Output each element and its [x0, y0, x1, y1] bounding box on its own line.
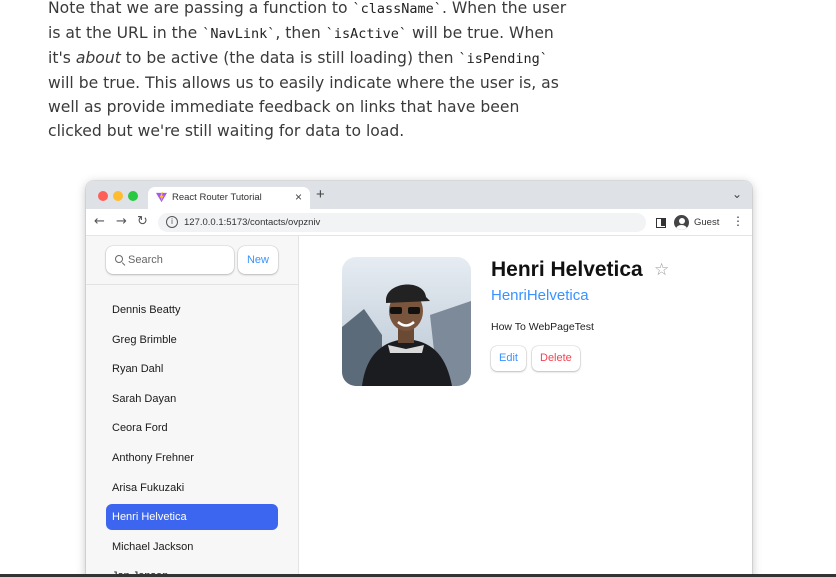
- contact-item[interactable]: Greg Brimble: [106, 327, 278, 353]
- new-contact-button[interactable]: New: [238, 246, 278, 274]
- search-input[interactable]: Search: [106, 246, 234, 274]
- contact-item[interactable]: Sarah Dayan: [106, 386, 278, 412]
- address-bar[interactable]: i 127.0.0.1:5173/contacts/ovpzniv: [158, 213, 646, 232]
- tab-title: React Router Tutorial: [172, 192, 262, 203]
- article-text: to be active (the data is still loading)…: [120, 49, 459, 67]
- vite-logo-icon: [156, 192, 167, 203]
- contact-item[interactable]: Ceora Ford: [106, 415, 278, 441]
- sidebar: Search New Dennis Beatty Greg Brimble Ry…: [86, 236, 299, 577]
- contact-detail: Henri Helvetica ☆ HenriHelvetica How To …: [299, 236, 752, 577]
- code-isactive: `isActive`: [325, 26, 407, 42]
- forward-arrow-icon[interactable]: →: [116, 214, 127, 229]
- contact-item[interactable]: Dennis Beatty: [106, 297, 278, 323]
- page-viewport: Search New Dennis Beatty Greg Brimble Ry…: [86, 236, 752, 577]
- contact-avatar: [342, 257, 471, 386]
- new-tab-icon[interactable]: +: [316, 186, 325, 203]
- article-text: Note that we are passing a function to: [48, 0, 353, 17]
- sidebar-divider: [86, 284, 299, 285]
- search-icon: [115, 255, 123, 263]
- contact-list: Dennis Beatty Greg Brimble Ryan Dahl Sar…: [106, 297, 278, 577]
- favorite-star-icon[interactable]: ☆: [654, 260, 669, 280]
- search-placeholder: Search: [128, 254, 163, 266]
- contact-twitter-link[interactable]: HenriHelvetica: [491, 287, 589, 304]
- back-arrow-icon[interactable]: ←: [94, 214, 105, 229]
- code-ispending: `isPending`: [458, 51, 548, 67]
- profile-avatar-icon[interactable]: [674, 215, 689, 230]
- delete-button[interactable]: Delete: [532, 346, 580, 371]
- article-text: will be true. This allows us to easily i…: [48, 74, 559, 140]
- close-tab-icon[interactable]: ×: [295, 190, 302, 204]
- edit-button[interactable]: Edit: [491, 346, 526, 371]
- contact-item[interactable]: Michael Jackson: [106, 534, 278, 560]
- contact-name: Henri Helvetica: [491, 258, 643, 281]
- article-emphasis: about: [75, 49, 121, 67]
- code-navlink: `NavLink`: [202, 26, 276, 42]
- browser-tab[interactable]: React Router Tutorial ×: [148, 187, 310, 209]
- contact-item[interactable]: Ryan Dahl: [106, 356, 278, 382]
- browser-toolbar: ← → ↻ i 127.0.0.1:5173/contacts/ovpzniv …: [86, 209, 752, 236]
- contact-item[interactable]: Anthony Frehner: [106, 445, 278, 471]
- tab-search-chevron-icon[interactable]: ⌄: [732, 187, 742, 201]
- site-info-icon[interactable]: i: [166, 216, 178, 228]
- close-window-dot[interactable]: [98, 191, 108, 201]
- article-text: , then: [275, 24, 326, 42]
- browser-screenshot: React Router Tutorial × + ⌄ ← → ↻ i 127.…: [86, 181, 752, 577]
- contact-item[interactable]: Arisa Fukuzaki: [106, 475, 278, 501]
- code-classname: `className`: [352, 1, 442, 17]
- article-paragraph: Note that we are passing a function to `…: [48, 0, 568, 143]
- reload-icon[interactable]: ↻: [137, 214, 148, 229]
- contact-notes: How To WebPageTest: [491, 321, 594, 333]
- url-text[interactable]: 127.0.0.1:5173/contacts/ovpzniv: [184, 217, 320, 228]
- browser-menu-icon[interactable]: ⋮: [732, 214, 744, 228]
- maximize-window-dot[interactable]: [128, 191, 138, 201]
- tab-strip: React Router Tutorial × + ⌄: [86, 181, 752, 209]
- minimize-window-dot[interactable]: [113, 191, 123, 201]
- contact-item-active[interactable]: Henri Helvetica: [106, 504, 278, 531]
- profile-label[interactable]: Guest: [694, 217, 719, 228]
- side-panel-icon[interactable]: [656, 218, 666, 228]
